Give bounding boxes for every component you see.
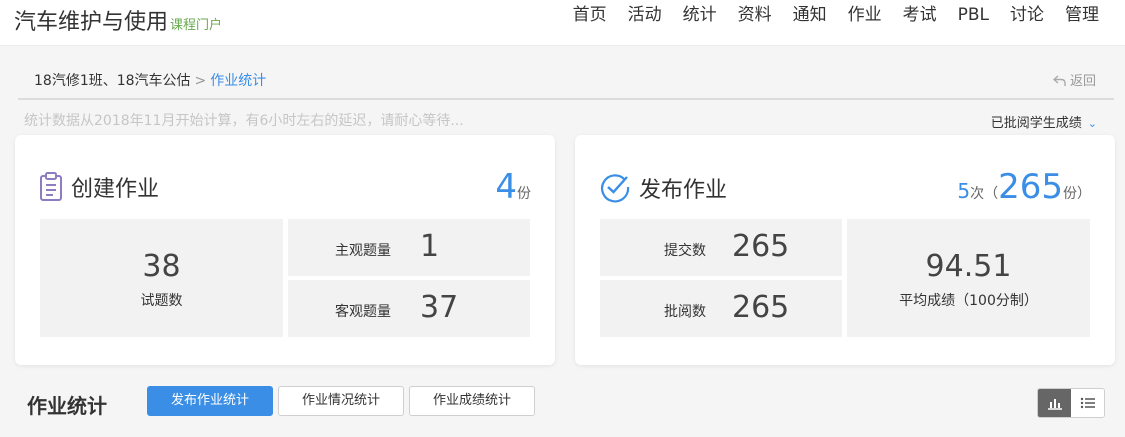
course-brand[interactable]: 汽车维护与使用 课程门户 (14, 4, 222, 36)
statistics-notice: 统计数据从2018年11月开始计算，有6小时左右的延迟，请耐心等待... (24, 113, 464, 129)
question-total-cell: 38 试题数 (40, 219, 283, 337)
homework-statistics-heading: 作业统计 (27, 394, 107, 418)
publish-count: 5次（265份） (957, 167, 1091, 207)
bar-chart-icon (1047, 399, 1062, 410)
review-cell: 批阅数 265 (600, 280, 842, 337)
nav-statistics[interactable]: 统计 (683, 4, 717, 26)
back-arrow-icon (1052, 75, 1066, 86)
publish-copies-unit: 份） (1063, 186, 1091, 202)
list-view-button[interactable] (1071, 389, 1104, 417)
subjective-label: 主观题量 (335, 243, 391, 259)
question-total-label: 试题数 (140, 293, 183, 309)
objective-value: 37 (420, 290, 459, 325)
create-homework-title: 创建作业 (39, 171, 159, 203)
breadcrumb-class[interactable]: 18汽修1班、18汽车公估 (34, 73, 191, 89)
score-filter-dropdown[interactable]: 已批阅学生成绩 ⌄ (991, 112, 1097, 131)
create-homework-card: 创建作业 4份 38 试题数 主观题量 1 客观题量 37 (15, 135, 555, 365)
course-portal-label: 课程门户 (170, 18, 223, 33)
view-toggle (1037, 388, 1105, 418)
course-title: 汽车维护与使用 (14, 10, 169, 35)
question-total-value: 38 (142, 249, 181, 284)
breadcrumb: 18汽修1班、18汽车公估 > 作业统计 返回 (18, 60, 1114, 100)
chevron-down-icon: ⌄ (1087, 117, 1097, 130)
nav-homework[interactable]: 作业 (848, 4, 882, 26)
chart-view-button[interactable] (1038, 389, 1071, 417)
average-score-cell: 94.51 平均成绩（100分制） (847, 219, 1090, 337)
review-value: 265 (732, 290, 790, 325)
submit-value: 265 (732, 229, 790, 264)
publish-copies-value: 265 (998, 167, 1063, 207)
review-label: 批阅数 (664, 304, 706, 320)
list-icon (1080, 397, 1095, 409)
objective-label: 客观题量 (335, 304, 391, 320)
tab-publish-statistics[interactable]: 发布作业统计 (147, 386, 273, 416)
back-button[interactable]: 返回 (1052, 70, 1096, 89)
publish-homework-title: 发布作业 (599, 171, 727, 204)
nav-notice[interactable]: 通知 (793, 4, 827, 26)
tab-homework-score-statistics[interactable]: 作业成绩统计 (409, 386, 535, 416)
submit-label: 提交数 (664, 243, 706, 259)
subjective-cell: 主观题量 1 (288, 219, 530, 276)
clipboard-icon (40, 172, 62, 201)
homework-count-value: 4 (495, 167, 517, 207)
nav-activity[interactable]: 活动 (628, 4, 662, 26)
nav-exam[interactable]: 考试 (903, 4, 937, 26)
breadcrumb-trail: 18汽修1班、18汽车公估 > 作业统计 (34, 70, 266, 90)
publish-homework-card: 发布作业 5次（265份） 提交数 265 批阅数 265 94.51 平均成绩… (575, 135, 1115, 365)
homework-count-unit: 份 (517, 186, 531, 202)
average-score-value: 94.51 (925, 249, 1012, 284)
score-filter-label: 已批阅学生成绩 (990, 116, 1082, 131)
nav-discussion[interactable]: 讨论 (1010, 4, 1044, 26)
check-circle-icon (601, 174, 630, 203)
submit-cell: 提交数 265 (600, 219, 842, 276)
breadcrumb-separator: > (194, 73, 207, 89)
homework-count: 4份 (495, 167, 531, 207)
publish-times-unit: 次（ (970, 186, 999, 202)
objective-cell: 客观题量 37 (288, 280, 530, 337)
nav-manage[interactable]: 管理 (1065, 4, 1099, 26)
tab-homework-status-statistics[interactable]: 作业情况统计 (278, 386, 404, 416)
subjective-value: 1 (420, 229, 440, 264)
nav-materials[interactable]: 资料 (738, 4, 772, 26)
average-score-label: 平均成绩（100分制） (899, 293, 1038, 309)
nav-pbl[interactable]: PBL (958, 4, 989, 26)
breadcrumb-current[interactable]: 作业统计 (210, 73, 266, 89)
back-label: 返回 (1069, 74, 1096, 89)
nav-home[interactable]: 首页 (573, 4, 607, 26)
main-nav: 首页 活动 统计 资料 通知 作业 考试 PBL 讨论 管理 (552, 4, 1099, 26)
publish-times-value: 5 (957, 179, 971, 203)
top-navigation-bar: 汽车维护与使用 课程门户 首页 活动 统计 资料 通知 作业 考试 PBL 讨论 … (0, 0, 1125, 46)
